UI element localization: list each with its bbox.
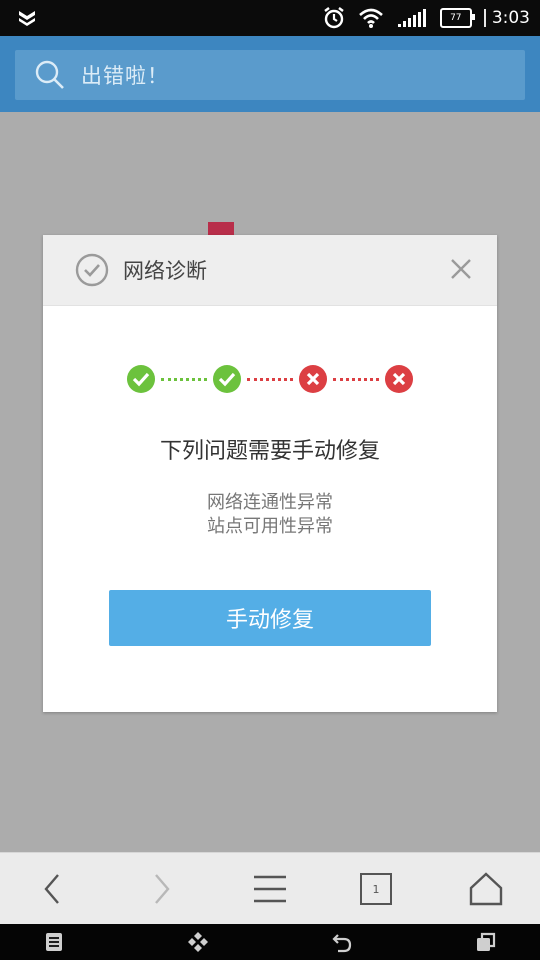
status-time: 3:03 (484, 8, 530, 28)
diagnosis-steps (127, 365, 413, 395)
step-error-icon (299, 365, 327, 393)
back-icon[interactable] (330, 930, 354, 954)
forward-icon[interactable] (144, 871, 180, 907)
menu-icon[interactable] (252, 871, 288, 907)
search-icon (35, 60, 64, 89)
step-connector (247, 378, 293, 381)
step-ok-icon (127, 365, 155, 393)
dialog-message: 下列问题需要手动修复 (159, 439, 380, 464)
check-circle-icon (75, 253, 109, 287)
dialog-title: 网络诊断 (123, 259, 207, 283)
signal-icon (397, 9, 426, 27)
search-text: 出错啦！ (81, 64, 169, 88)
menu-icon[interactable] (42, 930, 66, 954)
network-diagnosis-dialog: 网络诊断 下列问题需要手动修复 网络连通性异常 站点可用性异常 手动修复 (43, 235, 497, 712)
status-bar: 77 3:03 (0, 0, 540, 36)
tab-count: 1 (372, 882, 380, 896)
step-error-icon (385, 365, 413, 393)
close-icon[interactable] (449, 257, 473, 281)
issue-item: 网络连通性异常 (207, 492, 333, 513)
apps-icon[interactable] (186, 930, 210, 954)
step-connector (161, 378, 207, 381)
app-icon (19, 11, 35, 26)
alarm-icon (324, 7, 344, 29)
recent-apps-icon[interactable] (474, 930, 498, 954)
top-bar: 出错啦！ (0, 36, 540, 112)
wifi-icon (358, 8, 383, 28)
back-icon[interactable] (36, 871, 72, 907)
home-icon[interactable] (468, 871, 504, 907)
issue-item: 站点可用性异常 (207, 516, 333, 537)
battery-level: 77 (450, 13, 462, 23)
time-text: 3:03 (491, 8, 530, 28)
issue-list: 网络连通性异常 站点可用性异常 (43, 491, 497, 539)
system-nav-bar (0, 924, 540, 960)
tabs-icon[interactable]: 1 (360, 873, 392, 905)
manual-fix-button[interactable]: 手动修复 (109, 590, 431, 646)
battery-icon: 77 (439, 8, 475, 28)
step-ok-icon (213, 365, 241, 393)
browser-toolbar: 1 (0, 852, 540, 925)
step-connector (333, 378, 379, 381)
search-bar[interactable]: 出错啦！ (15, 50, 525, 100)
dialog-header: 网络诊断 (43, 235, 497, 306)
